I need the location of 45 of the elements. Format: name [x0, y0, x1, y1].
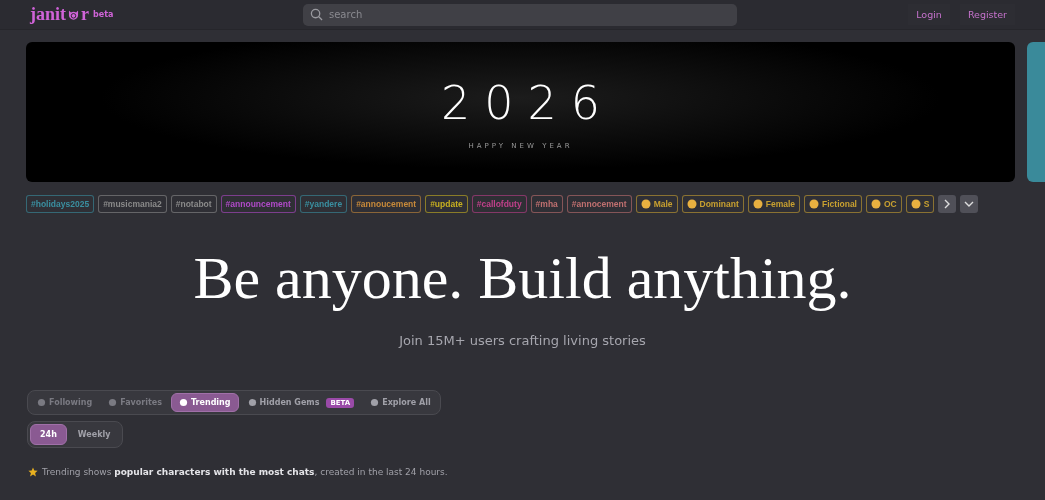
chevron-down-icon [964, 199, 975, 209]
tag-chip[interactable]: #annoucement [351, 195, 422, 213]
star-icon [28, 467, 38, 477]
emoji-icon [686, 199, 697, 209]
period-tab[interactable]: 24h [30, 424, 67, 445]
next-button[interactable] [938, 195, 957, 213]
tag-chip[interactable]: Fictional [804, 195, 862, 213]
tag-chip[interactable]: OC [866, 195, 902, 213]
headline: Be anyone. Build anything. [192, 245, 853, 311]
search-field[interactable]: search [303, 3, 737, 26]
tab-icon [247, 398, 257, 407]
tab[interactable]: Explore All [363, 393, 438, 412]
search-icon [310, 8, 323, 21]
tag-chip[interactable]: #update [425, 195, 468, 213]
tag-chip[interactable]: #announcement [220, 195, 296, 213]
period-tab[interactable]: Weekly [68, 424, 120, 445]
tag-chip[interactable]: #callofduty [471, 195, 527, 213]
logo-text: janit [30, 4, 66, 25]
tag-chip[interactable]: #mha [530, 195, 563, 213]
tag-chip[interactable]: Female [747, 195, 801, 213]
cat-face-icon [67, 8, 80, 21]
tag-chip[interactable]: S [905, 195, 935, 213]
subtitle: Join 15M+ users crafting living stories [397, 333, 647, 348]
tab-icon [108, 398, 118, 407]
banner-year: 2026 [440, 80, 615, 126]
tab-icon [37, 398, 46, 407]
emoji-icon [809, 199, 820, 209]
emoji-icon [871, 199, 881, 209]
tag-chip[interactable]: #yandere [299, 195, 348, 213]
emoji-icon [752, 199, 763, 209]
tab[interactable]: Trending [171, 393, 239, 412]
tag-chip[interactable]: #holidays2025 [26, 195, 95, 213]
tab-icon [370, 398, 380, 407]
tab-icon [179, 398, 188, 407]
emoji-icon [910, 199, 921, 209]
tag-chip[interactable]: Dominant [681, 195, 744, 213]
expand-button[interactable] [960, 195, 979, 213]
tag-chip[interactable]: #notabot [170, 195, 217, 213]
tag-chip[interactable]: #musicmania2 [98, 195, 167, 213]
tag-chip[interactable]: #annocement [566, 195, 632, 213]
beta-label: beta [93, 10, 114, 19]
logo-text: r [81, 4, 89, 25]
emoji-icon [640, 199, 651, 209]
trending-note: Trending shows popular characters with the most chats, created in the last 24 hours. [42, 467, 448, 477]
tag-chip[interactable]: Male [635, 195, 678, 213]
